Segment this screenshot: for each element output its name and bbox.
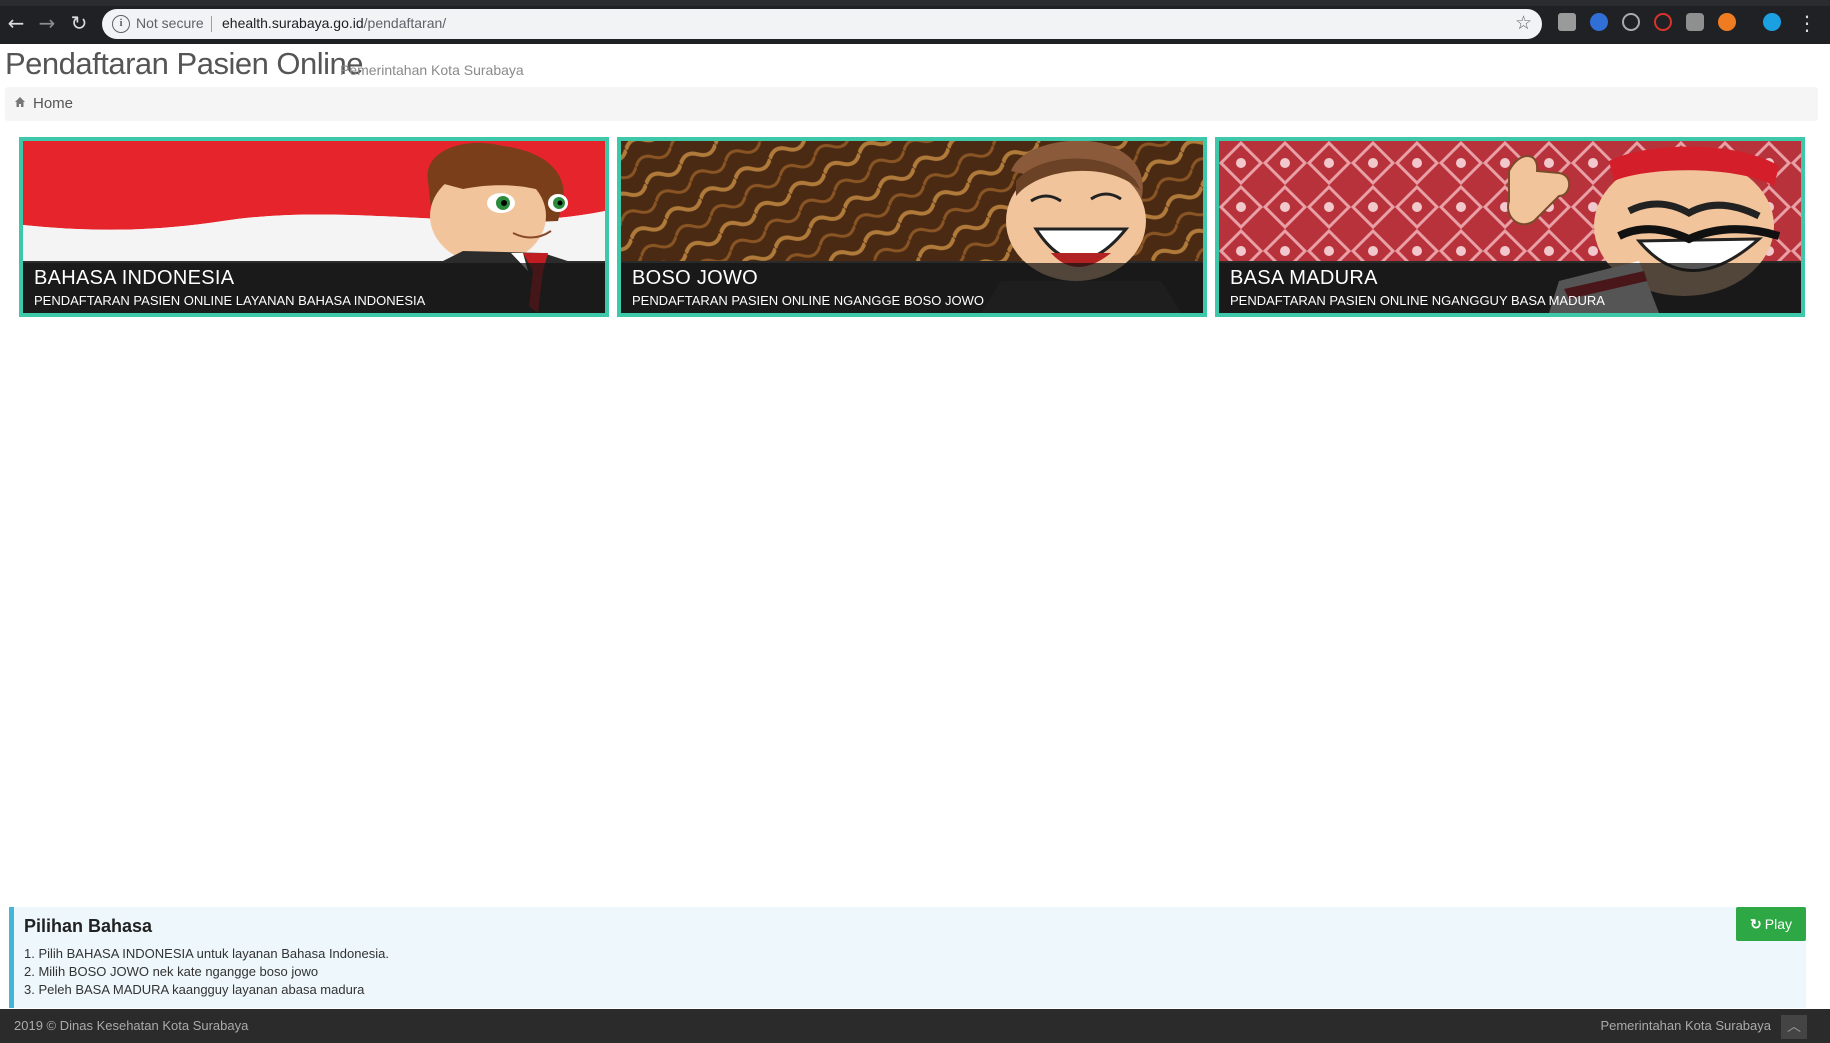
info-panel-title: Pilihan Bahasa [24, 916, 153, 936]
info-list-item: 1. Pilih BAHASA INDONESIA untuk layanan … [24, 946, 389, 961]
url-path: /pendaftaran/ [363, 15, 447, 31]
play-button[interactable]: ↻ Play [1736, 907, 1806, 941]
tile-caption: BASA MADURA PENDAFTARAN PASIEN ONLINE NG… [1219, 263, 1801, 313]
play-label: Play [1764, 916, 1792, 932]
info-list: 1. Pilih BAHASA INDONESIA untuk layanan … [24, 945, 389, 999]
tile-boso-jowo[interactable]: BOSO JOWO PENDAFTARAN PASIEN ONLINE NGAN… [617, 137, 1207, 317]
info-list-item: 3. Peleh BASA MADURA kaangguy layanan ab… [24, 982, 365, 997]
tile-subtitle: PENDAFTARAN PASIEN ONLINE LAYANAN BAHASA… [34, 293, 426, 308]
footer-org: Pemerintahan Kota Surabaya [1600, 1018, 1771, 1033]
breadcrumb: Home [5, 87, 1818, 121]
tile-bahasa-indonesia[interactable]: BAHASA INDONESIA PENDAFTARAN PASIEN ONLI… [19, 137, 609, 317]
tile-subtitle: PENDAFTARAN PASIEN ONLINE NGANGGE BOSO J… [632, 293, 985, 308]
home-icon [15, 97, 25, 107]
tile-caption: BOSO JOWO PENDAFTARAN PASIEN ONLINE NGAN… [621, 263, 1203, 313]
extension-mail-icon[interactable] [1558, 13, 1576, 31]
page-title: Pendaftaran Pasien Online [5, 46, 364, 81]
menu-kebab-icon[interactable]: ⋮ [1794, 10, 1820, 36]
extension-badge-icon[interactable] [1590, 13, 1608, 31]
forward-icon[interactable]: → [34, 10, 60, 36]
bookmark-star-icon[interactable]: ☆ [1515, 12, 1532, 34]
footer-copyright: 2019 © Dinas Kesehatan Kota Surabaya [14, 1018, 249, 1033]
footer: 2019 © Dinas Kesehatan Kota Surabaya Pem… [0, 1009, 1830, 1043]
tile-basa-madura[interactable]: BASA MADURA PENDAFTARAN PASIEN ONLINE NG… [1215, 137, 1805, 317]
tile-title: BOSO JOWO [632, 267, 759, 289]
divider [211, 16, 212, 32]
browser-toolbar: ← → ↻ i Not secure ehealth.surabaya.go.i… [0, 0, 1830, 44]
info-list-item: 2. Milih BOSO JOWO nek kate ngangge boso… [24, 964, 319, 979]
extension-bulb-icon[interactable] [1686, 13, 1704, 31]
address-bar[interactable]: i Not secure ehealth.surabaya.go.id/pend… [102, 9, 1542, 39]
scroll-to-top-icon[interactable]: ︿ [1781, 1015, 1807, 1039]
info-icon[interactable]: i [112, 15, 130, 33]
breadcrumb-home-link[interactable]: Home [33, 95, 73, 112]
profile-avatar-icon[interactable] [1763, 13, 1781, 31]
security-status: Not secure [136, 15, 204, 31]
url-text[interactable]: ehealth.surabaya.go.id/pendaftaran/ [222, 15, 446, 31]
extension-adblock-icon[interactable] [1654, 13, 1672, 31]
tile-subtitle: PENDAFTARAN PASIEN ONLINE NGANGGUY BASA … [1230, 293, 1605, 308]
url-host: ehealth.surabaya.go.id [222, 15, 364, 31]
reload-icon[interactable]: ↻ [66, 10, 92, 36]
info-panel-language-choice: Pilihan Bahasa 1. Pilih BAHASA INDONESIA… [9, 907, 1806, 1008]
page-subtitle: Pemerintahan Kota Surabaya [340, 62, 524, 78]
tile-caption: BAHASA INDONESIA PENDAFTARAN PASIEN ONLI… [23, 263, 605, 313]
extension-orange-icon[interactable] [1718, 13, 1736, 31]
tile-title: BAHASA INDONESIA [34, 267, 235, 289]
replay-icon: ↻ [1750, 916, 1762, 932]
back-icon[interactable]: ← [3, 10, 29, 36]
extension-block-icon[interactable] [1622, 13, 1640, 31]
tile-title: BASA MADURA [1230, 267, 1378, 289]
tab-strip [0, 0, 1830, 6]
